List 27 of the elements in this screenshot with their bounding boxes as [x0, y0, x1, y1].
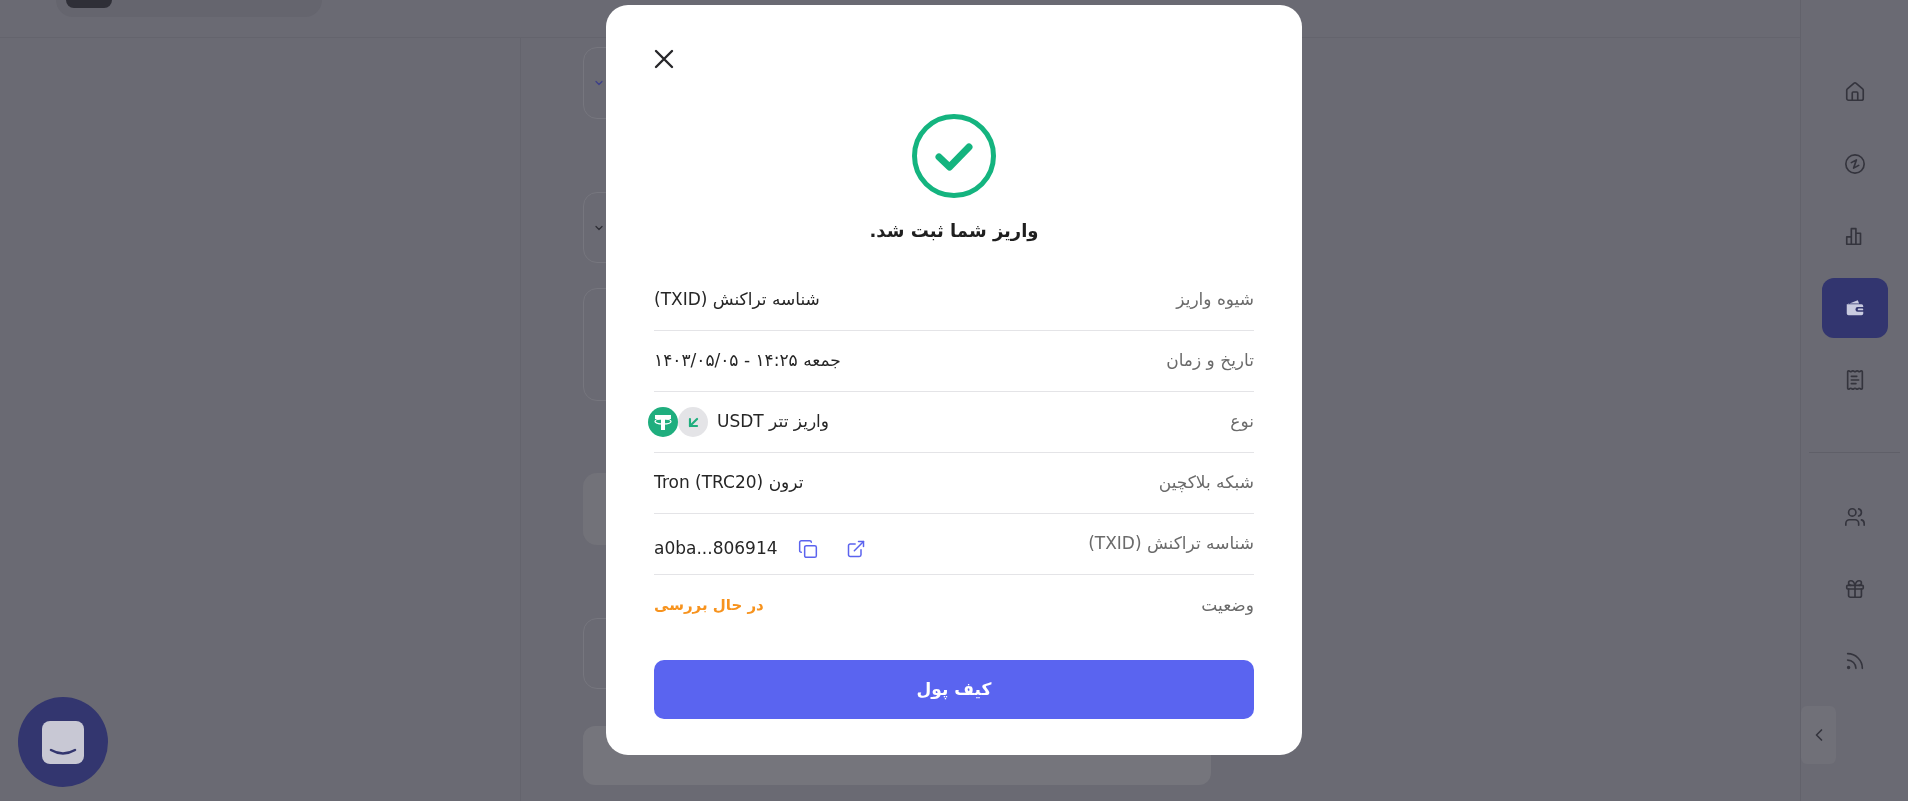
detail-label: نوع	[1230, 410, 1254, 434]
arrow-down-left-icon	[678, 407, 708, 437]
close-icon[interactable]	[654, 49, 674, 69]
gift-icon	[1843, 578, 1866, 600]
home-icon	[1843, 81, 1866, 103]
dialog-title: واریز شما ثبت شد.	[869, 219, 1039, 244]
chat-icon	[42, 720, 84, 764]
transaction-id: a0ba...806914	[654, 537, 778, 561]
wallet-button[interactable]: کیف پول	[654, 660, 1254, 719]
detail-value: شناسه تراکنش (TXID)	[654, 288, 820, 312]
check-circle-icon	[912, 114, 996, 198]
copy-icon[interactable]	[797, 539, 818, 559]
avatar	[66, 0, 112, 8]
status-value: در حال بررسی	[654, 595, 764, 617]
coin-icon	[648, 407, 678, 437]
detail-label: شناسه تراکنش (TXID)	[1088, 532, 1254, 556]
circle-zigzag-icon	[1843, 153, 1866, 175]
detail-label: تاریخ و زمان	[1166, 349, 1254, 373]
users-icon	[1843, 506, 1866, 528]
detail-label: شبکه بلاکچین	[1158, 471, 1254, 495]
detail-label: وضعیت	[1201, 593, 1254, 617]
detail-value: ترون (TRC20) Tron	[654, 471, 804, 495]
nav-button[interactable]	[1821, 278, 1888, 338]
detail-value: واریز تتر USDT	[717, 410, 830, 434]
external-link-icon[interactable]	[845, 539, 866, 559]
detail-label: شیوه واریز	[1176, 288, 1254, 312]
detail-value: جمعه ۱۴:۲۵ - ۱۴۰۳/۰۵/۰۵	[654, 349, 841, 373]
